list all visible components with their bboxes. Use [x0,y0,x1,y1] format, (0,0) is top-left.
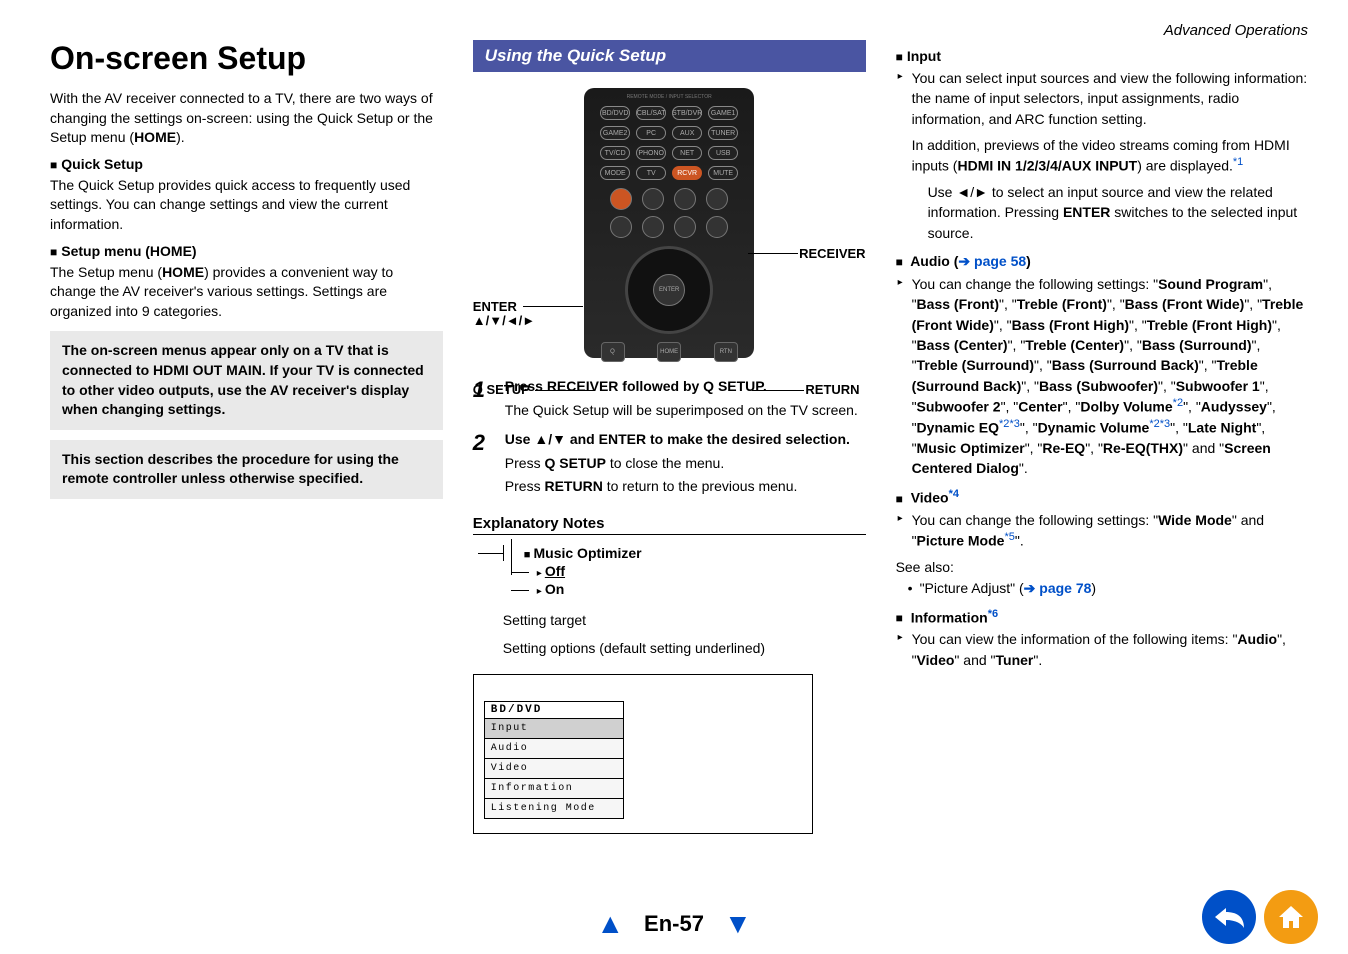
input-body-1: You can select input sources and view th… [896,68,1308,129]
input-body-3: Use ◄/► to select an input source and vi… [896,182,1308,243]
menu-item-video: Video [484,759,624,779]
back-icon[interactable] [1202,890,1256,944]
step-2: 2 Use ▲/▼ and ENTER to make the desired … [473,430,866,497]
video-heading: Video*4 [896,488,1308,506]
home-icon[interactable] [1264,890,1318,944]
audio-body: You can change the following settings: "… [896,274,1308,478]
setup-menu-body: The Setup menu (HOME) provides a conveni… [50,263,443,322]
menu-item-listening-mode: Listening Mode [484,799,624,819]
column-2: Using the Quick Setup REMOTE MODE / INPU… [473,40,866,834]
footnote-2c[interactable]: *2 [1149,418,1159,430]
footnote-5[interactable]: *5 [1004,531,1014,543]
footnote-1[interactable]: *1 [1233,156,1243,168]
menu-item-input: Input [484,719,624,739]
menu-item-information: Information [484,779,624,799]
input-body-2: In addition, previews of the video strea… [896,135,1308,176]
page-title: On-screen Setup [50,40,443,77]
footnote-3a[interactable]: *3 [1009,418,1019,430]
line-receiver [748,253,798,254]
page-number: En-57 [644,911,704,937]
label-qsetup: Q SETUP [473,382,530,397]
header-section: Advanced Operations [1164,22,1308,39]
label-enter-arrows: ENTER ▲/▼/◄/► [473,300,535,329]
remote-image: REMOTE MODE / INPUT SELECTOR BD/DVDCBL/S… [584,88,754,358]
line-return [752,390,804,391]
explanatory-notes-heading: Explanatory Notes [473,515,866,535]
audio-heading: Audio (➔ page 58) [896,253,1308,270]
footnote-6[interactable]: *6 [988,608,998,620]
next-page-arrow-icon[interactable]: ▼ [724,908,752,940]
setting-target-label: Setting target [503,611,866,631]
callout-hdmi-main: The on-screen menus appear only on a TV … [50,331,443,429]
line-enter [523,306,583,307]
menu-header: BD/DVD [484,701,624,719]
page-footer: ▲ En-57 ▼ [0,908,1348,940]
information-body: You can view the information of the foll… [896,629,1308,670]
quick-setup-banner: Using the Quick Setup [473,40,866,72]
quick-setup-body: The Quick Setup provides quick access to… [50,176,443,235]
step-2-line2: Press Q SETUP to close the menu. [505,454,866,474]
step-2-line3: Press RETURN to return to the previous m… [505,477,866,497]
step-1-line2: The Quick Setup will be superimposed on … [505,401,866,421]
link-page-58[interactable]: ➔ page 58 [958,253,1026,269]
column-3: Input You can select input sources and v… [896,40,1308,834]
footnote-2b[interactable]: *2 [999,418,1009,430]
footnote-4[interactable]: *4 [949,488,959,500]
footnote-2a[interactable]: *2 [1173,397,1183,409]
label-return: RETURN [805,382,859,397]
prev-page-arrow-icon[interactable]: ▲ [596,908,624,940]
footnote-3b[interactable]: *3 [1160,418,1170,430]
see-also-label: See also: [896,557,1308,577]
option-diagram: ■ Music Optimizer Off On [503,545,866,597]
quick-setup-heading: Quick Setup [50,156,443,172]
onscreen-menu-mock: BD/DVD Input Audio Video Information Lis… [473,674,813,834]
information-heading: Information*6 [896,608,1308,626]
input-heading: Input [896,48,1308,64]
callout-remote-procedure: This section describes the procedure for… [50,440,443,499]
video-body: You can change the following settings: "… [896,510,1308,551]
label-receiver: RECEIVER [799,246,865,261]
setup-menu-heading: Setup menu (HOME) [50,243,443,259]
step-2-number: 2 [473,430,493,497]
line-qsetup [535,390,595,391]
see-also-item: "Picture Adjust" (➔ page 78) [906,578,1308,598]
column-1: On-screen Setup With the AV receiver con… [50,40,443,834]
remote-diagram: REMOTE MODE / INPUT SELECTOR BD/DVDCBL/S… [473,82,866,367]
step-2-line1: Use ▲/▼ and ENTER to make the desired se… [505,430,866,450]
menu-item-audio: Audio [484,739,624,759]
intro-text: With the AV receiver connected to a TV, … [50,89,443,148]
setting-options-label: Setting options (default setting underli… [503,639,866,659]
link-page-78[interactable]: ➔ page 78 [1024,580,1092,596]
